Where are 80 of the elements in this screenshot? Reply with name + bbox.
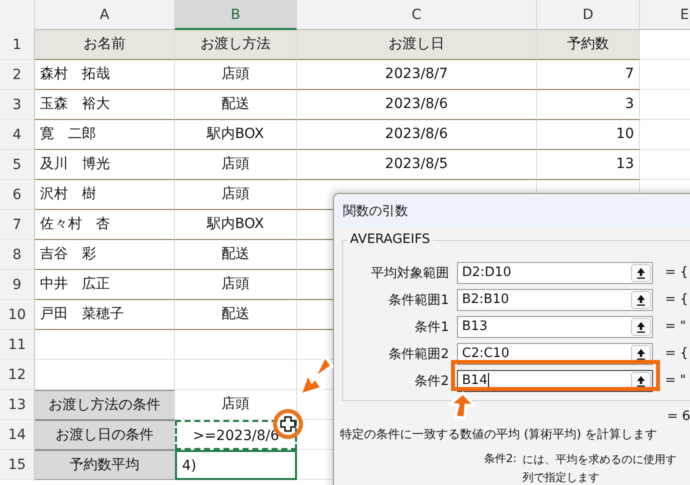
table-cell: 中井 広正 bbox=[35, 270, 175, 300]
argument-help-label: 条件2: bbox=[484, 451, 517, 467]
argument-label: 条件範囲1 bbox=[388, 292, 450, 308]
table-cell: 配送 bbox=[175, 240, 297, 270]
table-cell: 10 bbox=[537, 120, 640, 150]
function-description: 特定の条件に一致する数値の平均 (算術平均) を計算します bbox=[340, 426, 658, 443]
row-header[interactable]: 15 bbox=[0, 450, 35, 480]
table-cell: 沢村 樹 bbox=[35, 180, 175, 210]
arrow-up-icon bbox=[636, 320, 646, 332]
arrow-up-icon bbox=[636, 266, 646, 278]
column-header[interactable]: B bbox=[175, 0, 297, 30]
row-header[interactable]: 6 bbox=[0, 180, 35, 210]
table-cell: 予約数平均 bbox=[35, 450, 175, 480]
table-cell: 配送 bbox=[175, 300, 297, 330]
row-header[interactable]: 7 bbox=[0, 210, 35, 240]
collapse-dialog-button[interactable] bbox=[631, 264, 651, 282]
row-header[interactable]: 8 bbox=[0, 240, 35, 270]
callout-arrow bbox=[448, 392, 476, 420]
row-header[interactable]: 12 bbox=[0, 360, 35, 390]
argument-help-text: 列で指定します bbox=[522, 470, 601, 485]
table-cell: 店頭 bbox=[175, 60, 297, 90]
row-header[interactable]: 10 bbox=[0, 300, 35, 330]
table-cell: お渡し方法 bbox=[175, 30, 297, 60]
table-cell: 予約数 bbox=[537, 30, 640, 60]
argument-result: = { bbox=[665, 265, 688, 280]
dialog-title: 関数の引数 bbox=[343, 203, 408, 220]
row-header[interactable]: 14 bbox=[0, 420, 35, 450]
argument-field[interactable]: D2:D10 bbox=[457, 262, 653, 284]
table-cell: 2023/8/6 bbox=[297, 90, 537, 120]
table-cell: 2023/8/5 bbox=[297, 150, 537, 180]
row-header[interactable]: 5 bbox=[0, 150, 35, 180]
argument-result: = " bbox=[665, 319, 686, 334]
argument-field[interactable]: B2:B10 bbox=[457, 288, 653, 310]
row-header[interactable]: 3 bbox=[0, 90, 35, 120]
table-cell: 7 bbox=[537, 60, 640, 90]
formula-result: = 6 bbox=[667, 409, 690, 424]
row-header[interactable]: 9 bbox=[0, 270, 35, 300]
table-cell: 玉森 裕大 bbox=[35, 90, 175, 120]
argument-label: 平均対象範囲 bbox=[370, 264, 450, 282]
table-cell: 店頭 bbox=[175, 180, 297, 210]
row-header[interactable]: 13 bbox=[0, 390, 35, 420]
table-cell: お名前 bbox=[35, 30, 175, 60]
collapse-dialog-button[interactable] bbox=[631, 290, 651, 308]
table-cell: 駅内BOX bbox=[175, 120, 297, 150]
table-cell: 2023/8/6 bbox=[297, 120, 537, 150]
table-cell: 13 bbox=[537, 150, 640, 180]
argument-label: 条件範囲2 bbox=[388, 346, 450, 362]
table-cell: 店頭 bbox=[175, 270, 297, 300]
column-header[interactable]: E bbox=[640, 0, 690, 30]
argument-result: = " bbox=[665, 373, 686, 388]
argument-field[interactable]: B13 bbox=[457, 316, 653, 338]
table-cell: 店頭 bbox=[175, 150, 297, 180]
table-cell: 駅内BOX bbox=[175, 210, 297, 240]
table-cell: 4) bbox=[175, 450, 297, 480]
table-cell: 3 bbox=[537, 90, 640, 120]
table-cell: 寛 二郎 bbox=[35, 120, 175, 150]
table-cell: お渡し方法の条件 bbox=[35, 390, 175, 420]
table-cell: 吉谷 彩 bbox=[35, 240, 175, 270]
row-header[interactable]: 4 bbox=[0, 120, 35, 150]
table-cell: 森村 拓哉 bbox=[35, 60, 175, 90]
table-cell: お渡し日の条件 bbox=[35, 420, 175, 450]
argument-help-text: には、平均を求めるのに使用す bbox=[522, 452, 677, 468]
argument-result: = { bbox=[665, 346, 688, 361]
argument-label: 条件1 bbox=[414, 318, 450, 336]
row-header[interactable]: 2 bbox=[0, 60, 35, 90]
cursor-icon bbox=[280, 416, 296, 432]
table-cell: 及川 博光 bbox=[35, 150, 175, 180]
table-cell: 2023/8/7 bbox=[297, 60, 537, 90]
row-header[interactable]: 11 bbox=[0, 330, 35, 360]
arrow-up-icon bbox=[636, 348, 646, 360]
argument-result: = { bbox=[665, 292, 688, 307]
collapse-dialog-button[interactable] bbox=[631, 318, 651, 336]
argument-label: 条件2 bbox=[414, 372, 450, 390]
table-cell: お渡し日 bbox=[297, 30, 537, 60]
arrow-up-icon bbox=[636, 294, 646, 306]
arrow-up-icon bbox=[636, 374, 646, 386]
table-cell: 佐々村 杏 bbox=[35, 210, 175, 240]
table-cell: 配送 bbox=[175, 90, 297, 120]
row-header[interactable]: 1 bbox=[0, 30, 35, 60]
table-cell: 戸田 菜穂子 bbox=[35, 300, 175, 330]
